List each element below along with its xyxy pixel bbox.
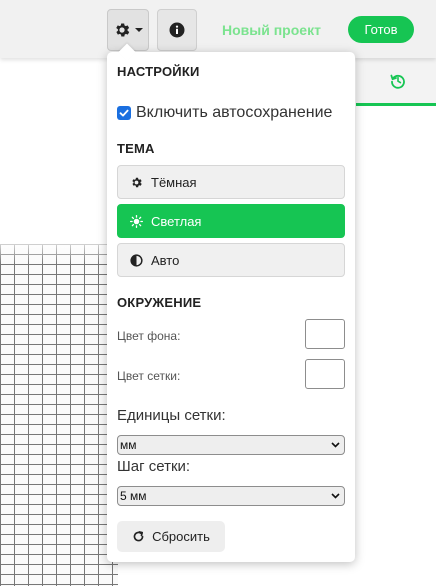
project-name[interactable]: Новый проект (222, 22, 321, 38)
environment-section-title: ОКРУЖЕНИЕ (117, 295, 202, 310)
done-button-label: Готов (364, 22, 398, 37)
grid-color-label: Цвет сетки: (117, 369, 181, 383)
theme-light-label: Светлая (151, 213, 202, 229)
chevron-down-icon (331, 493, 340, 499)
right-panel (356, 58, 436, 586)
theme-dark-button[interactable]: Тёмная (117, 165, 345, 199)
info-icon (169, 22, 185, 38)
grid-step-value: 5 мм (120, 489, 147, 503)
done-button[interactable]: Готов (348, 16, 414, 43)
bg-color-label: Цвет фона: (117, 329, 181, 343)
theme-section-title: ТЕМА (117, 141, 155, 156)
grid-units-value: мм (120, 438, 137, 452)
bg-color-swatch[interactable] (305, 319, 345, 349)
grid-units-select[interactable]: мм (117, 435, 345, 455)
grid-units-label: Единицы сетки: (117, 407, 226, 424)
reset-button[interactable]: Сбросить (117, 521, 225, 552)
info-button[interactable] (157, 9, 197, 51)
grid-step-label: Шаг сетки: (117, 458, 191, 475)
autosave-checkbox[interactable] (117, 106, 131, 120)
reset-button-label: Сбросить (152, 529, 210, 544)
grid-horizon-fade (0, 234, 118, 264)
autosave-label: Включить автосохранение (136, 104, 333, 121)
chevron-down-icon (331, 442, 340, 448)
gear-icon (115, 23, 129, 37)
half-circle-icon (130, 253, 143, 267)
settings-popup: НАСТРОЙКИ Включить автосохранение ТЕМА Т… (107, 43, 355, 562)
tab-history[interactable] (356, 58, 436, 106)
grid-step-select[interactable]: 5 мм (117, 486, 345, 506)
caret-down-icon (134, 28, 143, 32)
refresh-icon (133, 531, 144, 542)
viewport-canvas[interactable] (0, 58, 118, 586)
sun-icon (130, 214, 143, 228)
gear-icon (132, 177, 142, 187)
autosave-option[interactable]: Включить автосохранение (117, 104, 332, 122)
grid-floor (0, 244, 118, 586)
settings-title: НАСТРОЙКИ (117, 64, 200, 79)
theme-auto-button[interactable]: Авто (117, 243, 345, 277)
top-bar: Новый проект Готов (0, 0, 436, 58)
grid-color-swatch[interactable] (305, 359, 345, 389)
theme-dark-label: Тёмная (151, 174, 197, 190)
theme-auto-label: Авто (151, 252, 180, 268)
checkmark-icon (119, 109, 129, 117)
theme-light-button[interactable]: Светлая (117, 204, 345, 238)
history-icon (390, 74, 405, 89)
